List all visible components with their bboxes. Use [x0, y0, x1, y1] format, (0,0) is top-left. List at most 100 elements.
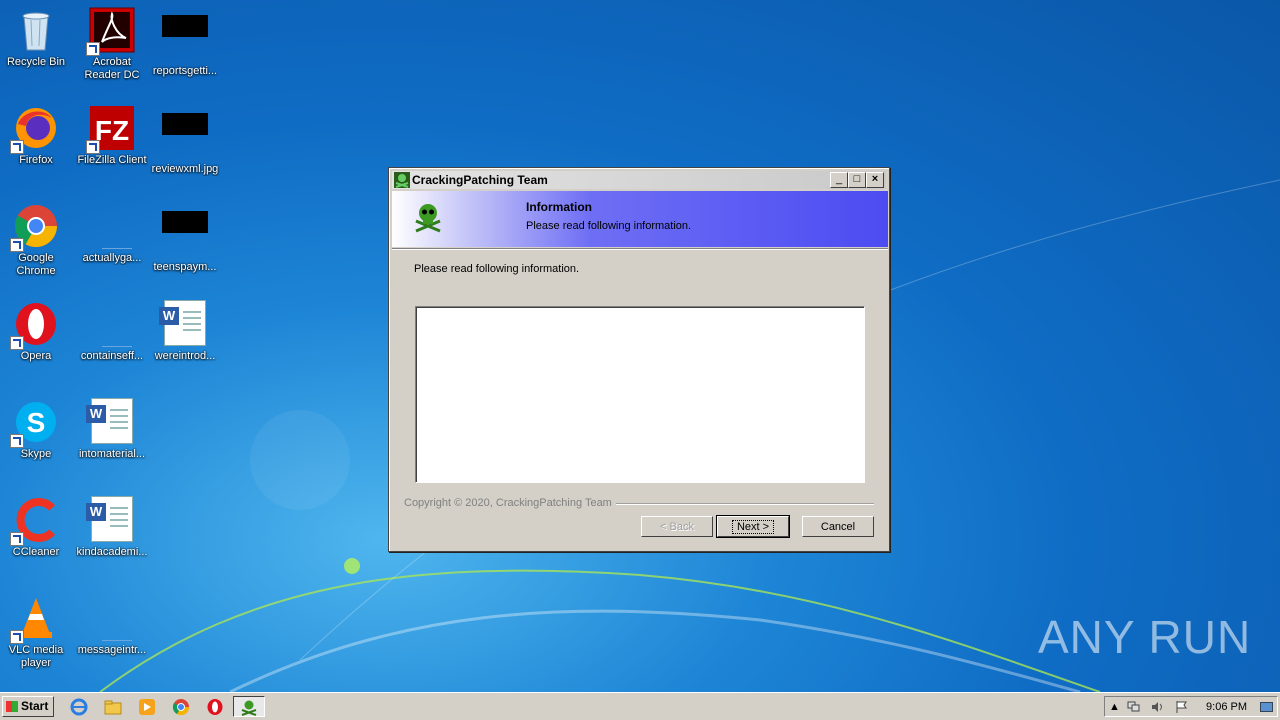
filezilla-icon: FZ [86, 104, 136, 154]
internet-explorer-icon[interactable] [70, 698, 88, 716]
desktop-icon-vlc[interactable]: VLC media player [0, 590, 72, 670]
start-label: Start [21, 699, 49, 713]
cancel-button[interactable]: Cancel [802, 516, 874, 537]
desktop-icon-label: Recycle Bin [6, 56, 66, 68]
skull-app-icon [394, 172, 410, 188]
recycle-bin-icon [12, 6, 60, 54]
dialog-header-banner: Information Please read following inform… [392, 191, 888, 247]
shortcut-arrow-icon [10, 630, 24, 644]
desktop-icon-label: Acrobat Reader DC [84, 56, 140, 81]
skull-taskbar-icon [241, 700, 257, 716]
shortcut-arrow-icon [10, 336, 24, 350]
desktop-icon-filezilla[interactable]: FZ FileZilla Client [76, 100, 148, 167]
shortcut-arrow-icon [10, 140, 24, 154]
redacted-file-icon [161, 15, 209, 63]
installer-dialog: CrackingPatching Team _ □ × Information … [388, 167, 890, 552]
desktop-icon-messageintr[interactable]: messageintr... [76, 590, 148, 657]
skull-crossbones-icon [412, 201, 444, 236]
shortcut-arrow-icon [10, 238, 24, 252]
volume-icon[interactable] [1151, 701, 1164, 713]
minimize-button[interactable]: _ [830, 172, 848, 188]
desktop-icon-label: Skype [20, 448, 52, 460]
maximize-button[interactable]: □ [848, 172, 866, 188]
media-player-icon[interactable] [138, 698, 156, 716]
word-document-icon: W [86, 496, 136, 544]
chrome-taskbar-icon[interactable] [172, 698, 190, 716]
taskbar: Start ▲ 9:06 PM [0, 692, 1280, 720]
redacted-file-icon [161, 211, 209, 259]
desktop-icon-ccleaner[interactable]: CCleaner [0, 492, 72, 559]
desktop-icon-intomaterial[interactable]: W intomaterial... [76, 394, 148, 461]
shortcut-arrow-icon [86, 42, 100, 56]
desktop-icon-acrobat-reader[interactable]: Acrobat Reader DC [76, 2, 148, 82]
desktop-icon-label: Google Chrome [16, 252, 56, 277]
desktop-icon-skype[interactable]: S Skype [0, 394, 72, 461]
copyright-text: Copyright © 2020, CrackingPatching Team [404, 497, 616, 509]
system-tray: ▲ 9:06 PM [1104, 696, 1278, 717]
shortcut-arrow-icon [10, 532, 24, 546]
desktop-icon-label: CCleaner [12, 546, 60, 558]
desktop-icon-label: Opera [20, 350, 52, 362]
desktop-icon-label: kindacademi... [76, 546, 148, 558]
info-message: Please read following information. [414, 263, 580, 275]
desktop-icon-wereintrod[interactable]: W wereintrod... [149, 296, 221, 363]
skype-icon: S [10, 398, 60, 448]
header-subtitle: Please read following information. [526, 220, 692, 232]
blank-file-icon [88, 300, 136, 348]
desktop-icon-firefox[interactable]: Firefox [0, 100, 72, 167]
desktop-icon-recycle-bin[interactable]: Recycle Bin [0, 2, 72, 69]
desktop-icon-reportsgetti[interactable]: reportsgetti... [149, 2, 221, 78]
desktop-icon-teenspaym[interactable]: teenspaym... [149, 198, 221, 274]
desktop-icon-google-chrome[interactable]: Google Chrome [0, 198, 72, 278]
show-desktop-icon[interactable] [1260, 701, 1273, 713]
next-button[interactable]: Next > [716, 515, 790, 538]
vlc-cone-icon [10, 594, 60, 644]
file-explorer-icon[interactable] [104, 698, 122, 716]
desktop-icon-label: VLC media player [8, 644, 64, 669]
desktop-icon-label: containseff... [80, 350, 144, 362]
header-divider [392, 248, 888, 250]
taskbar-item-crackingpatching[interactable] [233, 696, 265, 717]
clock[interactable]: 9:06 PM [1206, 701, 1247, 713]
start-button[interactable]: Start [2, 696, 54, 717]
blank-file-icon [88, 594, 136, 642]
shortcut-arrow-icon [86, 140, 100, 154]
chrome-icon [10, 202, 60, 252]
desktop-icon-label: reportsgetti... [152, 65, 218, 77]
blank-file-icon [88, 202, 136, 250]
svg-text:FZ: FZ [95, 115, 129, 146]
network-icon[interactable] [1127, 701, 1140, 713]
desktop-icon-kindacademi[interactable]: W kindacademi... [76, 492, 148, 559]
dialog-title: CrackingPatching Team [412, 173, 548, 187]
desktop-icon-reviewxml[interactable]: reviewxml.jpg [149, 100, 221, 176]
desktop-icon-label: teenspaym... [153, 261, 217, 273]
shortcut-arrow-icon [10, 434, 24, 448]
desktop-icon-label: Firefox [19, 154, 53, 166]
anyrun-watermark: ANY RUN [1038, 611, 1252, 663]
desktop-icon-label: FileZilla Client [77, 154, 147, 166]
dialog-titlebar[interactable]: CrackingPatching Team _ □ × [392, 171, 886, 189]
word-document-icon: W [159, 300, 209, 348]
header-title: Information [526, 200, 592, 214]
close-button[interactable]: × [866, 172, 884, 188]
desktop-icon-label: wereintrod... [154, 350, 216, 362]
windows-flag-icon [6, 701, 18, 712]
action-center-flag-icon[interactable] [1175, 701, 1188, 713]
desktop-icon-actuallyga[interactable]: actuallyga... [76, 198, 148, 265]
acrobat-reader-icon [86, 6, 136, 56]
svg-text:S: S [27, 407, 46, 438]
desktop-icon-label: intomaterial... [78, 448, 146, 460]
information-textbox[interactable] [415, 306, 865, 483]
desktop-icon-opera[interactable]: Opera [0, 296, 72, 363]
show-hidden-icons-icon[interactable]: ▲ [1109, 701, 1122, 713]
back-button[interactable]: < Back [641, 516, 713, 537]
desktop-icon-label: messageintr... [77, 644, 147, 656]
opera-taskbar-icon[interactable] [206, 698, 224, 716]
ccleaner-icon [10, 496, 60, 546]
opera-icon [10, 300, 60, 350]
firefox-icon [10, 104, 60, 154]
word-document-icon: W [86, 398, 136, 446]
desktop-icon-containseff[interactable]: containseff... [76, 296, 148, 363]
desktop-icon-label: actuallyga... [82, 252, 142, 264]
redacted-file-icon [161, 113, 209, 161]
